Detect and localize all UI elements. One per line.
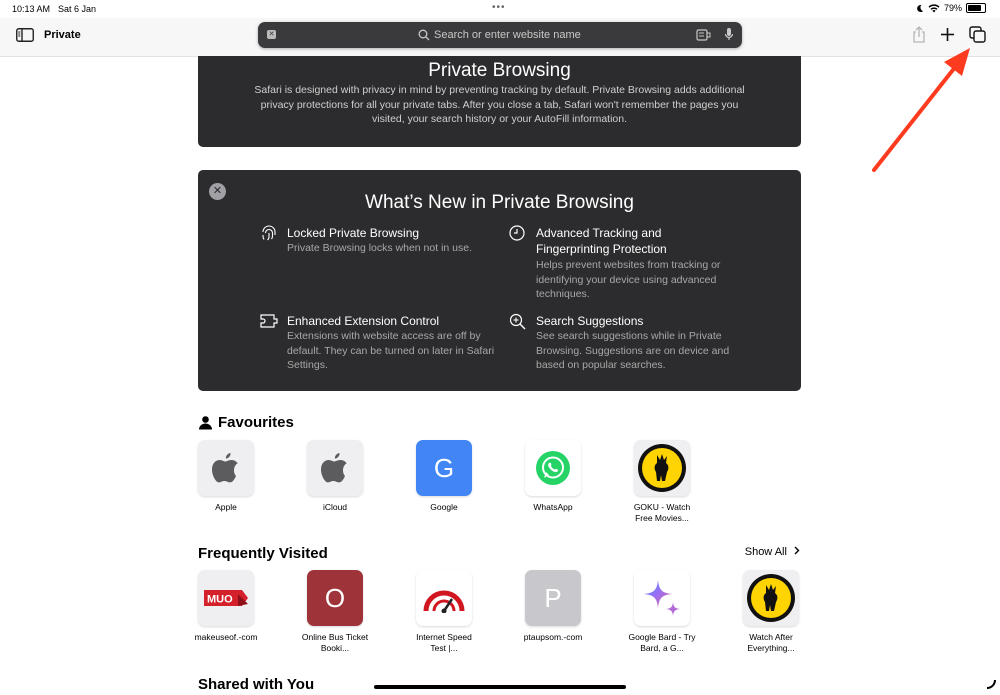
favourites-header: Favourites [198,414,294,431]
feature-description: Private Browsing locks when not in use. [287,242,473,254]
feature-title: Enhanced Extension Control [287,314,440,328]
show-all-link[interactable]: Show All [745,546,801,558]
status-bar: 10:13 AM Sat 6 Jan ••• 79% [0,0,1000,18]
frequent-tile-bus[interactable]: O Online Bus Ticket Booki... [285,570,385,653]
private-browsing-title: Private Browsing [428,60,571,81]
tile-label: ptaupsom.-com [523,632,583,642]
shared-with-you-title: Shared with You [198,676,315,693]
wifi-icon [928,3,940,12]
multitasking-dots-icon[interactable]: ••• [492,2,506,13]
feature-description: See search suggestions while in Private … [536,330,730,371]
annotation-arrow-icon [872,48,970,172]
frequent-tile-bard[interactable]: Google Bard - Try Bard, a G... [612,570,712,653]
status-date: Sat 6 Jan [58,4,97,14]
speedometer-icon [416,570,472,626]
tile-label: Online Bus Ticket Booki... [301,632,369,653]
feature-search-suggestions: Search Suggestions See search suggestion… [509,313,749,373]
feature-title: Search Suggestions [536,314,644,328]
tile-label: Google Bard - Try Bard, a G... [628,632,696,653]
tile-label: makeuseof.-com [194,632,258,642]
goku-logo-icon [634,440,690,496]
apple-logo-icon [307,440,363,496]
bus-letter-icon: O [307,570,363,626]
whatsapp-logo-icon [525,440,581,496]
feature-description: Helps prevent websites from tracking or … [536,259,721,300]
whats-new-card: ✕ What’s New in Private Browsing Locked … [198,170,801,391]
bard-sparkle-icon [634,570,690,626]
extension-icon [260,314,278,328]
tile-label: Watch After Everything... [747,632,795,653]
battery-icon [966,3,986,13]
tile-label: Google [430,502,458,512]
home-indicator[interactable] [374,685,626,689]
feature-extension-control: Enhanced Extension Control Extensions wi… [260,313,500,373]
feature-advanced-tracking: Advanced Tracking and Fingerprinting Pro… [509,225,749,305]
favourite-tile-icloud[interactable]: iCloud [285,440,385,513]
private-browsing-description: Safari is designed with privacy in mind … [254,84,745,125]
svg-text:MUO: MUO [207,594,233,606]
whats-new-title: What’s New in Private Browsing [365,192,634,213]
feature-title: Locked Private Browsing [287,226,420,240]
tile-label: Apple [215,502,237,512]
ptaupsom-letter-icon: P [525,570,581,626]
magnifier-plus-icon [509,313,526,330]
frequently-visited-title: Frequently Visited [198,545,328,562]
search-icon [418,29,430,41]
close-tab-icon[interactable]: ✕ [267,30,276,39]
favourites-title: Favourites [218,414,294,431]
feature-locked-private: Locked Private Browsing Private Browsing… [260,225,500,265]
chevron-right-icon [794,546,800,555]
tab-group-label[interactable]: Private [44,29,81,41]
safari-toolbar: Private ✕ [0,18,1000,57]
frequent-tile-makeuseof[interactable]: MUO makeuseof.-com [176,570,276,643]
favourite-tile-google[interactable]: G Google [394,440,494,513]
battery-percent: 79% [943,3,962,13]
frequent-tile-ptaupsom[interactable]: P ptaupsom.-com [503,570,603,643]
resize-corner-icon[interactable] [985,678,997,690]
tile-label: iCloud [322,502,348,512]
moon-icon [917,4,924,12]
feature-title: Advanced Tracking and Fingerprinting Pro… [536,226,667,256]
search-input[interactable] [434,26,664,44]
favourite-tile-apple[interactable]: Apple [176,440,276,513]
private-browsing-card: Private Browsing Safari is designed with… [198,56,801,147]
apple-logo-icon [198,440,254,496]
tile-label: GOKU - Watch Free Movies... [633,502,691,523]
tile-label: WhatsApp [533,502,573,512]
goku-logo-icon [743,570,799,626]
tile-label: Internet Speed Test |... [416,632,472,653]
google-letter-icon: G [416,440,472,496]
reader-mode-icon[interactable] [696,28,712,42]
address-bar[interactable]: ✕ [258,22,742,48]
favourite-tile-whatsapp[interactable]: WhatsApp [503,440,603,513]
fingerprint-icon [262,225,276,241]
frequent-tile-watch-after[interactable]: Watch After Everything... [721,570,821,653]
person-icon [199,416,212,430]
sidebar-toggle-icon[interactable] [16,28,34,42]
status-time: 10:13 AM [12,4,51,14]
status-right: 79% [915,3,986,13]
microphone-icon[interactable] [724,27,734,42]
muo-logo-icon: MUO [198,570,254,626]
feature-description: Extensions with website access are off b… [287,330,495,371]
favourite-tile-goku[interactable]: GOKU - Watch Free Movies... [612,440,712,523]
frequent-tile-speedtest[interactable]: Internet Speed Test |... [394,570,494,653]
clock-icon [509,225,525,241]
